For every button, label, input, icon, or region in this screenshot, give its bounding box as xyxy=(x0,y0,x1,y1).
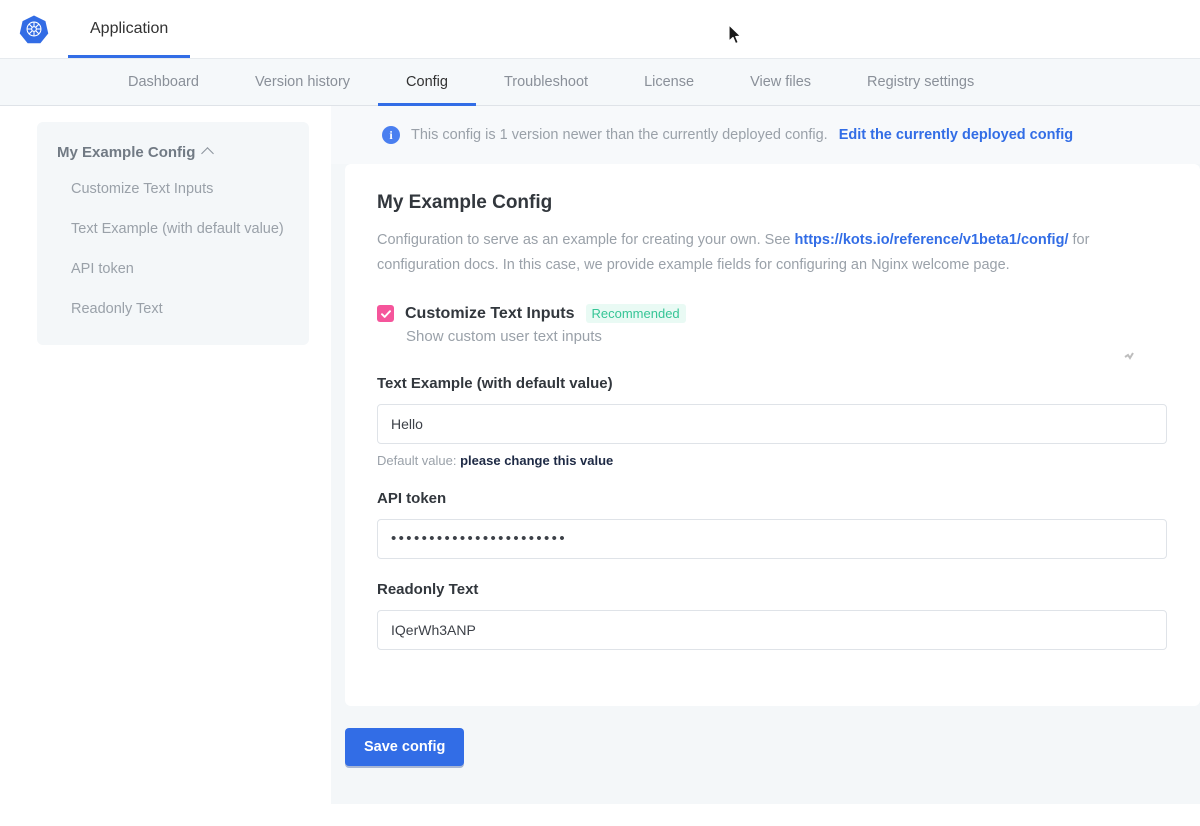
sub-navigation: Dashboard Version history Config Trouble… xyxy=(0,58,1200,106)
readonly-text-input[interactable] xyxy=(377,610,1167,650)
sidebar-group-header[interactable]: My Example Config xyxy=(57,144,289,161)
subnav-label: License xyxy=(644,74,694,90)
subnav-item-license[interactable]: License xyxy=(616,59,722,105)
subnav-item-view-files[interactable]: View files xyxy=(722,59,839,105)
subnav-label: Version history xyxy=(255,74,350,90)
customize-text-inputs-checkbox[interactable] xyxy=(377,305,394,322)
text-example-default-note: Default value: please change this value xyxy=(377,453,1168,468)
customize-text-inputs-label: Customize Text Inputs xyxy=(405,305,575,323)
page-body: My Example Config Customize Text Inputs … xyxy=(0,106,1200,826)
config-content: i This config is 1 version newer than th… xyxy=(331,106,1200,804)
sidebar-item-label: Readonly Text xyxy=(71,301,163,317)
app-logo xyxy=(0,0,68,58)
field-readonly-text: Readonly Text xyxy=(377,581,1168,650)
page-title: My Example Config xyxy=(377,192,1168,214)
sidebar-item-readonly-text[interactable]: Readonly Text xyxy=(71,299,289,319)
subnav-label: Registry settings xyxy=(867,74,974,90)
sidebar-item-text-example[interactable]: Text Example (with default value) xyxy=(71,219,289,239)
field-label-api-token: API token xyxy=(377,490,1168,507)
customize-text-inputs-row[interactable]: Customize Text Inputs Recommended xyxy=(377,304,1168,323)
subnav-label: Config xyxy=(406,74,448,90)
banner-message: This config is 1 version newer than the … xyxy=(411,127,828,143)
sidebar-item-label: Text Example (with default value) xyxy=(71,221,284,237)
api-token-masked-value: ••••••••••••••••••••••• xyxy=(391,530,567,547)
subnav-item-troubleshoot[interactable]: Troubleshoot xyxy=(476,59,616,105)
save-config-button[interactable]: Save config xyxy=(345,728,464,766)
tab-application[interactable]: Application xyxy=(68,0,190,58)
config-footer: Save config xyxy=(331,706,1200,796)
field-label-text-example: Text Example (with default value) xyxy=(377,375,1168,392)
config-description: Configuration to serve as an example for… xyxy=(377,228,1168,278)
subnav-item-registry-settings[interactable]: Registry settings xyxy=(839,59,1002,105)
field-api-token: API token ••••••••••••••••••••••• xyxy=(377,490,1168,559)
field-text-example: Text Example (with default value) Defaul… xyxy=(377,375,1168,468)
kubernetes-logo-icon xyxy=(19,14,49,44)
sidebar-item-label: Customize Text Inputs xyxy=(71,181,213,197)
edit-deployed-config-link[interactable]: Edit the currently deployed config xyxy=(839,127,1073,143)
description-text-1: Configuration to serve as an example for… xyxy=(377,232,795,248)
text-example-input[interactable] xyxy=(377,404,1167,444)
config-card: My Example Config Configuration to serve… xyxy=(345,164,1200,706)
info-icon: i xyxy=(382,126,400,144)
subnav-item-config[interactable]: Config xyxy=(378,59,476,105)
recommended-badge: Recommended xyxy=(586,304,686,323)
sidebar-group-title: My Example Config xyxy=(57,144,195,161)
field-label-readonly-text: Readonly Text xyxy=(377,581,1168,598)
default-value-prefix: Default value: xyxy=(377,453,460,468)
sidebar-item-label: API token xyxy=(71,261,134,277)
sidebar-item-api-token[interactable]: API token xyxy=(71,259,289,279)
sidebar-item-customize-text-inputs[interactable]: Customize Text Inputs xyxy=(71,179,289,199)
subnav-label: View files xyxy=(750,74,811,90)
checkmark-icon xyxy=(380,308,392,320)
default-value-text: please change this value xyxy=(460,453,613,468)
chevron-up-icon[interactable] xyxy=(201,147,214,160)
app-root: Application Dashboard Version history Co… xyxy=(0,0,1200,826)
app-header: Application xyxy=(0,0,1200,58)
version-info-banner: i This config is 1 version newer than th… xyxy=(331,106,1200,164)
subnav-item-dashboard[interactable]: Dashboard xyxy=(100,59,227,105)
config-sidebar: My Example Config Customize Text Inputs … xyxy=(37,122,309,345)
kots-docs-link[interactable]: https://kots.io/reference/v1beta1/config… xyxy=(795,232,1069,248)
subnav-item-version-history[interactable]: Version history xyxy=(227,59,378,105)
api-token-input[interactable]: ••••••••••••••••••••••• xyxy=(377,519,1167,559)
subnav-label: Troubleshoot xyxy=(504,74,588,90)
subnav-label: Dashboard xyxy=(128,74,199,90)
tab-application-label: Application xyxy=(90,20,168,38)
customize-text-inputs-help: Show custom user text inputs xyxy=(406,328,1168,345)
